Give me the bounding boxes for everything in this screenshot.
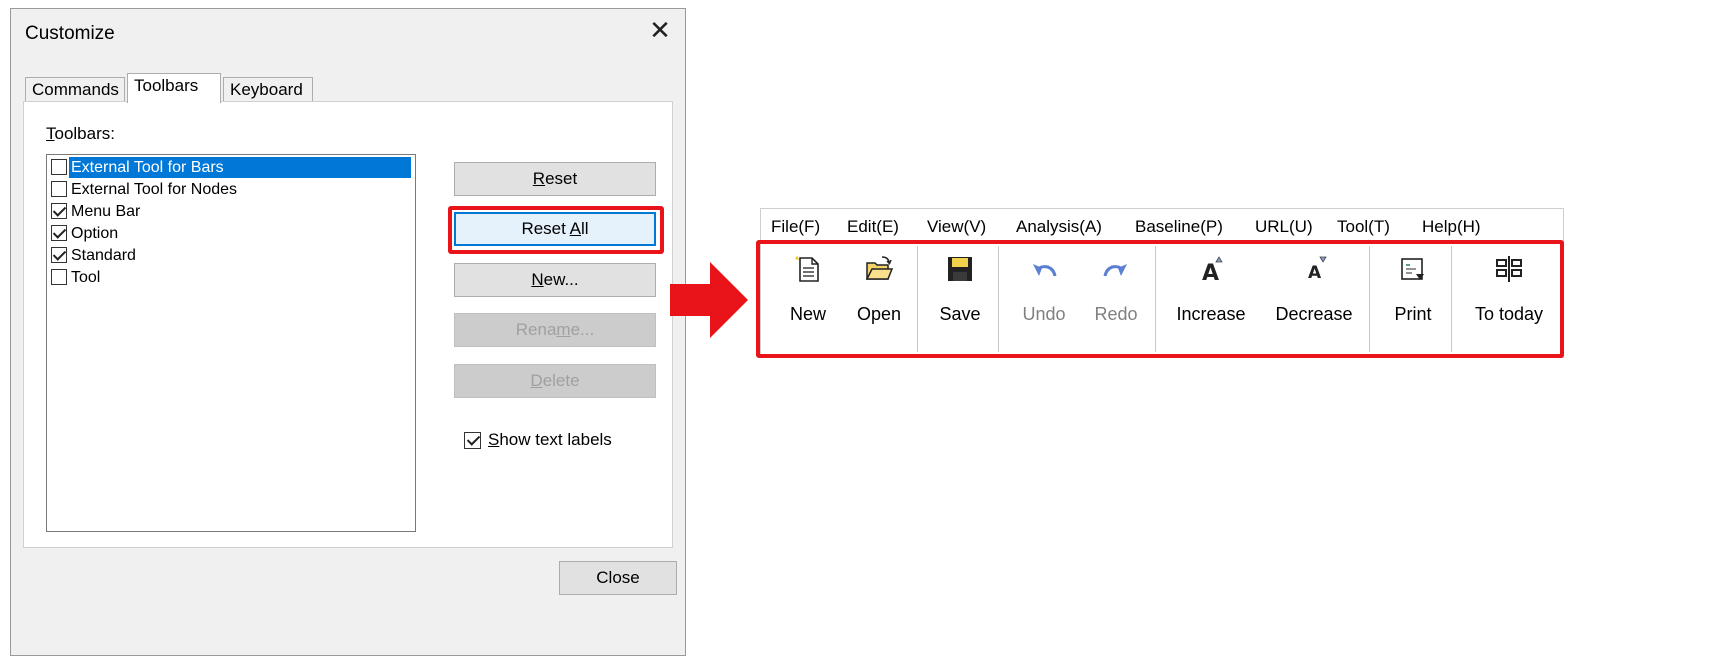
open-label: Open [856, 304, 902, 324]
list-item-label: Tool [71, 269, 101, 286]
print-icon [1401, 258, 1424, 280]
toolbar-checkbox[interactable] [51, 181, 67, 197]
tab-toolbars[interactable]: Toolbars [127, 73, 221, 103]
toolbar-checkbox[interactable] [51, 203, 67, 219]
list-item-label: External Tool for Nodes [71, 181, 238, 198]
toolbar-separator [1451, 246, 1452, 352]
tab-commands[interactable]: Commands [25, 77, 125, 102]
open-button[interactable]: Open [850, 248, 908, 338]
print-label: Print [1394, 304, 1432, 324]
list-item[interactable]: External Tool for Bars [51, 157, 411, 179]
new-button[interactable]: New [780, 248, 836, 338]
list-item-label: External Tool for Bars [69, 157, 411, 178]
toolbars-panel: Toolbars: External Tool for Bars Externa… [23, 101, 673, 548]
toolbar-separator [1155, 246, 1156, 352]
dialog-title: Customize [25, 23, 115, 44]
tab-commands-label: Commands [32, 80, 119, 99]
list-item[interactable]: Menu Bar [51, 201, 411, 223]
toolbar-separator [1369, 246, 1370, 352]
decrease-button[interactable]: A Decrease [1266, 248, 1362, 338]
list-item[interactable]: Tool [51, 267, 411, 289]
close-icon[interactable]: ✕ [645, 15, 675, 45]
svg-text:A: A [1202, 261, 1219, 284]
increase-button[interactable]: A Increase [1168, 248, 1254, 338]
open-folder-icon [865, 256, 894, 280]
tab-toolbars-label: Toolbars [134, 76, 199, 95]
to-today-icon [1496, 256, 1522, 282]
list-item[interactable]: Option [51, 223, 411, 245]
show-text-labels-label: Show text labels [488, 430, 612, 449]
list-item-label: Standard [71, 247, 136, 264]
show-text-labels-check[interactable] [464, 432, 481, 449]
increase-label: Increase [1176, 304, 1246, 324]
list-item[interactable]: External Tool for Nodes [51, 179, 411, 201]
svg-text:A: A [1308, 263, 1322, 283]
right-arrow-icon [670, 262, 748, 338]
save-disk-icon [948, 257, 972, 281]
toolbar-checkbox[interactable] [51, 225, 67, 241]
decrease-label: Decrease [1275, 304, 1353, 324]
print-button[interactable]: Print [1384, 248, 1442, 338]
toolbar-checkbox[interactable] [51, 159, 67, 175]
save-button[interactable]: Save [932, 248, 988, 338]
menu-tool[interactable]: Tool(T) [1337, 217, 1390, 237]
redo-button[interactable]: Redo [1084, 248, 1148, 338]
to-today-button[interactable]: To today [1462, 248, 1556, 338]
redo-label: Redo [1094, 304, 1138, 324]
save-label: Save [939, 304, 981, 324]
rename-button[interactable]: Rename... [454, 313, 656, 347]
menu-url[interactable]: URL(U) [1255, 217, 1313, 237]
redo-icon [1103, 264, 1127, 277]
customize-dialog: Customize ✕ Commands Toolbars Keyboard T… [10, 8, 686, 656]
menu-baseline[interactable]: Baseline(P) [1135, 217, 1223, 237]
undo-label: Undo [1022, 304, 1066, 324]
menu-analysis[interactable]: Analysis(A) [1016, 217, 1102, 237]
new-button[interactable]: New... [454, 263, 656, 297]
menu-help[interactable]: Help(H) [1422, 217, 1481, 237]
close-button[interactable]: Close [559, 561, 677, 595]
reset-button[interactable]: Reset [454, 162, 656, 196]
to-today-label: To today [1474, 304, 1544, 324]
list-item[interactable]: Standard [51, 245, 411, 267]
reset-all-highlight [448, 206, 664, 254]
tab-keyboard-label: Keyboard [230, 80, 303, 99]
menu-file[interactable]: File(F) [771, 217, 820, 237]
undo-button[interactable]: Undo [1012, 248, 1076, 338]
decrease-font-icon: A [1308, 256, 1327, 283]
delete-button[interactable]: Delete [454, 364, 656, 398]
tab-keyboard[interactable]: Keyboard [223, 77, 313, 102]
undo-icon [1033, 264, 1057, 277]
toolbars-list[interactable]: External Tool for Bars External Tool for… [46, 154, 416, 532]
toolbar-checkbox[interactable] [51, 247, 67, 263]
new-label: New [789, 304, 826, 324]
toolbar-checkbox[interactable] [51, 269, 67, 285]
new-document-icon [795, 256, 819, 282]
list-item-label: Option [71, 225, 119, 242]
toolbars-list-label: Toolbars: [46, 124, 115, 143]
menu-view[interactable]: View(V) [927, 217, 986, 237]
list-item-label: Menu Bar [71, 203, 141, 220]
toolbar-separator [917, 246, 918, 352]
menu-edit[interactable]: Edit(E) [847, 217, 899, 237]
toolbar-separator [998, 246, 999, 352]
increase-font-icon: A [1202, 256, 1223, 284]
